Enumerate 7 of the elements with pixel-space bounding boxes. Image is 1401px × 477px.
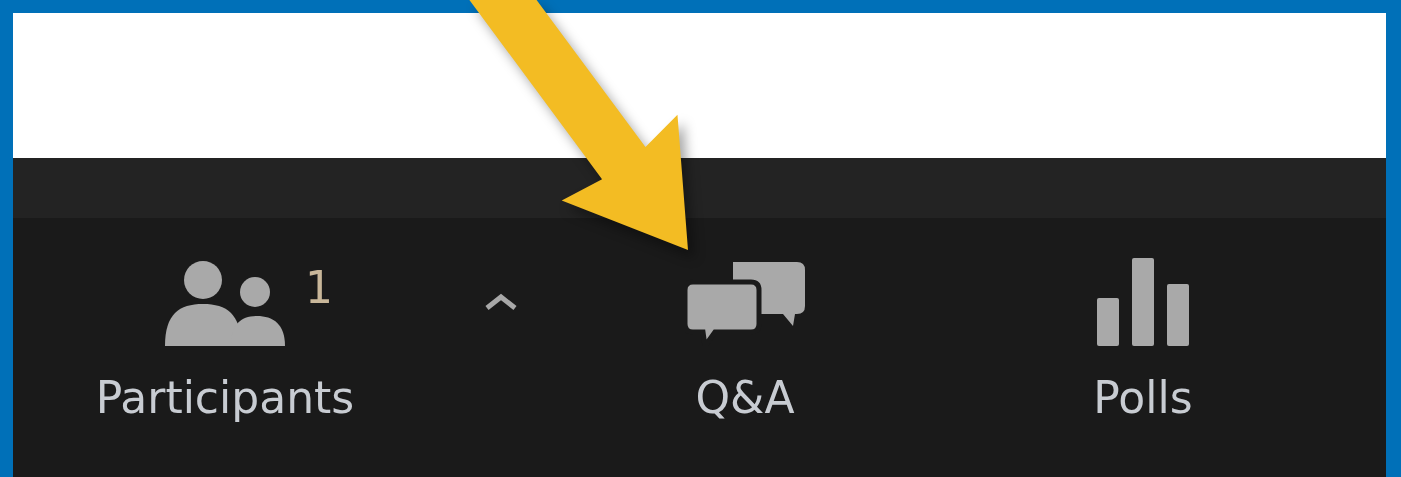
toolbar-button[interactable]: Polls	[1093, 258, 1193, 423]
caret-icon[interactable]	[483, 293, 519, 311]
toolbar-button[interactable]: 1 Participants	[95, 258, 355, 423]
toolbar-button[interactable]: Q&A	[685, 258, 805, 423]
participant-count: 1	[305, 266, 333, 310]
people-icon	[165, 260, 285, 346]
bar-chart-icon	[1097, 258, 1189, 346]
